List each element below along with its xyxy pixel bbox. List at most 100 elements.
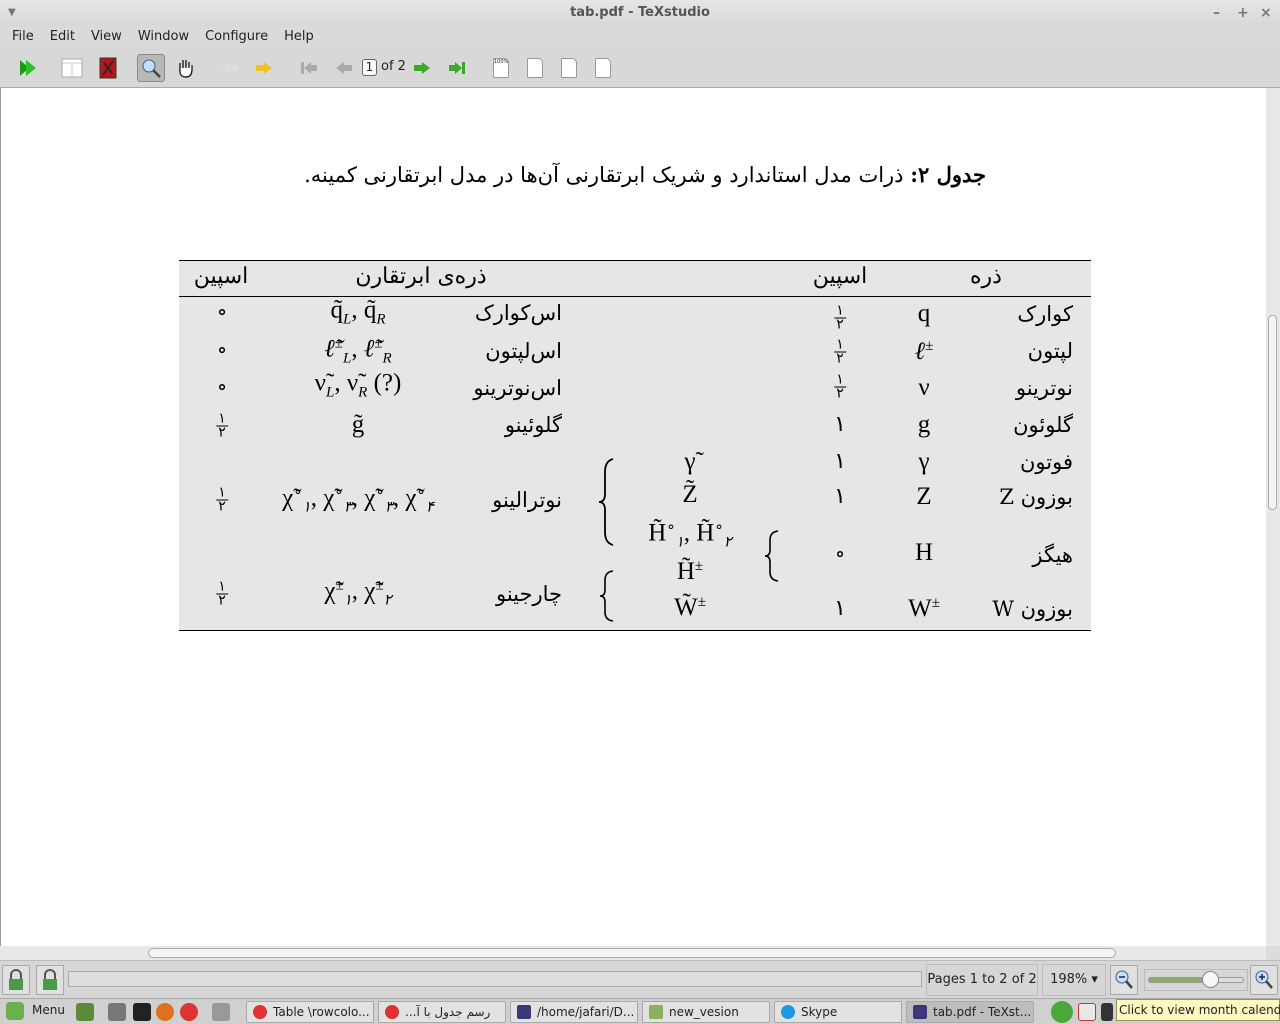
wino-symbol: W̃± — [674, 589, 706, 621]
neutral-higgsino-symbol: H̃∘۱, H̃∘۲ — [648, 519, 732, 551]
prev-page-icon[interactable] — [330, 54, 358, 82]
last-page-icon[interactable] — [443, 54, 471, 82]
zoom-out-button[interactable] — [1110, 965, 1138, 995]
sm-symbol: Z — [916, 483, 932, 510]
pages-info: Pages 1 to 2 of 2 — [926, 964, 1038, 996]
symbol-note: (?) — [373, 369, 402, 397]
sm-spin: ۱ — [834, 412, 846, 437]
maximize-button[interactable]: + — [1237, 0, 1249, 26]
menu-configure[interactable]: Configure — [197, 26, 276, 48]
symbol-base: χ̃ — [364, 484, 376, 512]
symbol-base: H̃ — [696, 519, 715, 547]
particle-table — [179, 260, 1091, 631]
close-button[interactable]: × — [1260, 0, 1272, 26]
task-folder[interactable]: new_vesion — [642, 1001, 770, 1023]
page-number-input[interactable]: 1 — [362, 59, 377, 76]
menu-button[interactable]: Menu — [32, 1003, 65, 1017]
fit-width-icon[interactable] — [521, 54, 549, 82]
task-label: new_vesion — [669, 1005, 739, 1019]
zoom-100-icon[interactable]: 100% — [487, 54, 515, 82]
sm-spin: ۱۲ — [834, 304, 846, 332]
symbol-sup: ∘ — [334, 484, 344, 501]
update-ok-icon[interactable] — [1051, 1001, 1073, 1023]
susy-symbol: q̃L, q̃R — [330, 296, 386, 328]
vertical-scrollbar[interactable] — [1266, 88, 1280, 946]
task-label: ...رسم جدول با آ — [405, 1005, 491, 1019]
susy-spin: ∘ — [216, 300, 228, 325]
forward-icon[interactable] — [250, 54, 278, 82]
pdf-book-icon[interactable] — [94, 54, 122, 82]
susy-symbol: ℓ̃±L, ℓ̃±R — [324, 335, 392, 367]
sm-name: لپتون — [1027, 339, 1073, 363]
minimize-button[interactable]: – — [1213, 0, 1220, 26]
menu-help[interactable]: Help — [276, 26, 322, 48]
fit-page-icon[interactable] — [555, 54, 583, 82]
susy-symbol: ν̃L, ν̃R (?) — [314, 369, 402, 401]
show-desktop-icon[interactable] — [76, 1003, 94, 1021]
terminal-icon[interactable] — [133, 1003, 151, 1021]
sm-symbol: q — [917, 300, 931, 327]
spin-den: ۲ — [218, 498, 226, 515]
sm-name: بوزون W — [992, 597, 1073, 621]
lock-icon[interactable] — [2, 965, 30, 995]
menu-window[interactable]: Window — [130, 26, 197, 48]
symbol-sub: ۳ — [343, 499, 352, 516]
window-titlebar: ▼ tab.pdf - TeXstudio – + × — [0, 0, 1280, 26]
symbol-sub: ۴ — [425, 499, 434, 516]
chrome-icon[interactable] — [180, 1003, 198, 1021]
file-manager-icon[interactable] — [108, 1003, 126, 1021]
window-menu-icon[interactable]: ▼ — [8, 0, 16, 26]
header-superpartner: ذره‌ی ابرتقارن — [355, 264, 487, 289]
zoom-in-button[interactable] — [1250, 965, 1278, 995]
back-icon[interactable] — [216, 54, 244, 82]
task-chrome-persian[interactable]: ...رسم جدول با آ — [378, 1001, 506, 1023]
susy-spin: ۱۲ — [216, 486, 228, 515]
sm-name: کوارک — [1017, 302, 1073, 326]
magnifier-icon[interactable] — [137, 54, 165, 82]
sm-name: هیگز — [1032, 543, 1073, 567]
shield-error-icon[interactable] — [1078, 1003, 1096, 1021]
sm-symbol: W± — [908, 590, 940, 622]
calculator-icon[interactable] — [212, 1003, 230, 1021]
next-page-icon[interactable] — [408, 54, 436, 82]
spin-den: ۲ — [218, 424, 226, 441]
symbol-base: H̃ — [648, 519, 667, 547]
zoom-select[interactable]: 198% ▾ — [1042, 964, 1106, 996]
task-skype[interactable]: Skype — [774, 1001, 902, 1023]
task-label: tab.pdf - TeXst... — [933, 1005, 1032, 1019]
lock-sync-icon[interactable] — [36, 965, 64, 995]
task-texstudio-home[interactable]: /home/jafari/D... — [510, 1001, 638, 1023]
symbol-sup: ∘ — [293, 484, 303, 501]
horizontal-scroll-thumb[interactable] — [148, 948, 1116, 958]
vertical-scroll-thumb[interactable] — [1268, 315, 1277, 510]
caption-text: ذرات مدل استاندارد و شریک ابرتقارنی آن‌ه… — [304, 163, 904, 187]
zoom-slider[interactable] — [1148, 977, 1244, 983]
task-texstudio-tab[interactable]: tab.pdf - TeXst... — [906, 1001, 1034, 1023]
susy-symbol: χ̃∘۱, χ̃∘۳, χ̃∘۳, χ̃∘۴ — [282, 484, 434, 516]
sm-name: بوزون Z — [999, 485, 1073, 509]
sm-symbol: ℓ± — [915, 333, 934, 365]
susy-symbol: χ̃±۱, χ̃±۲ — [324, 577, 392, 609]
sm-name: فوتون — [1019, 450, 1073, 474]
single-page-icon[interactable] — [589, 54, 617, 82]
compile-run-icon[interactable] — [14, 54, 42, 82]
first-page-icon[interactable] — [295, 54, 323, 82]
charged-higgsino-symbol: H̃± — [677, 553, 703, 585]
symbol-sub: L — [342, 350, 352, 367]
task-label: Table \rowcolo... — [273, 1005, 370, 1019]
task-chrome-table[interactable]: Table \rowcolo... — [246, 1001, 374, 1023]
firefox-icon[interactable] — [156, 1003, 174, 1021]
menu-edit[interactable]: Edit — [42, 26, 83, 48]
grid-layout-icon[interactable] — [58, 54, 86, 82]
hand-pan-icon[interactable] — [172, 54, 200, 82]
symbol-base: W̃ — [674, 594, 698, 622]
susy-name: چارجینو — [495, 582, 562, 606]
pen-icon[interactable] — [1101, 1003, 1113, 1021]
zoom-value: 198% — [1050, 972, 1088, 987]
zoom-slider-handle[interactable] — [1202, 971, 1219, 988]
menu-view[interactable]: View — [83, 26, 130, 48]
susy-name: اس‌نوترینو — [473, 376, 562, 400]
susy-spin: ∘ — [216, 338, 228, 363]
menu-file[interactable]: File — [4, 26, 42, 48]
mint-menu-icon[interactable] — [6, 1002, 24, 1020]
